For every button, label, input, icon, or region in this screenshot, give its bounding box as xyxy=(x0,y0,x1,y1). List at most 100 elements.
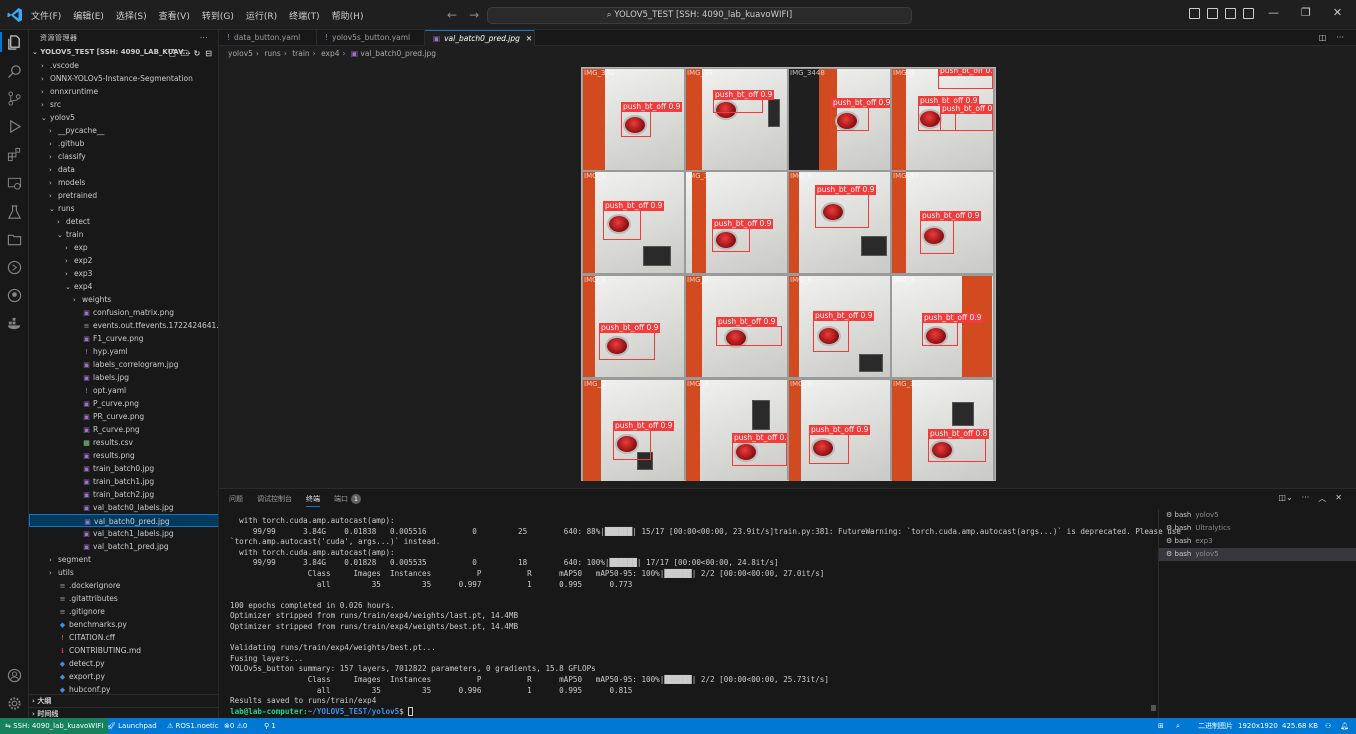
toggle-secondary-sidebar-icon[interactable] xyxy=(1225,8,1236,19)
tree-folder[interactable]: › exp xyxy=(29,241,218,254)
minimize-icon[interactable]: — xyxy=(1268,6,1279,19)
tree-file[interactable]: ▣ PR_curve.png xyxy=(29,410,218,423)
tree-folder[interactable]: › exp2 xyxy=(29,254,218,267)
menu-view[interactable]: 查看(V) xyxy=(159,9,190,22)
tree-file[interactable]: ℹ CONTRIBUTING.md xyxy=(29,644,218,657)
workspace-root[interactable]: ⌄ YOLOV5_TEST [SSH: 4090_LAB_KUAV... 🗋 🗀… xyxy=(29,46,218,59)
account-icon[interactable] xyxy=(7,668,22,683)
tree-folder[interactable]: › models xyxy=(29,176,218,189)
terminal-instance[interactable]: ⚙ bash exp3 xyxy=(1159,535,1356,548)
toggle-panel-icon[interactable] xyxy=(1207,8,1218,19)
tree-folder[interactable]: ⌄ runs xyxy=(29,202,218,215)
tree-file[interactable]: ▣ confusion_matrix.png xyxy=(29,306,218,319)
ros-icon[interactable] xyxy=(7,260,22,275)
accounts-icon[interactable]: ⚇ xyxy=(1325,718,1331,734)
menu-edit[interactable]: 编辑(E) xyxy=(73,9,104,22)
more-actions-icon[interactable]: ··· xyxy=(200,30,208,46)
breadcrumb-item[interactable]: yolov5 xyxy=(228,49,253,58)
command-center[interactable]: ⌕ YOLOV5_TEST [SSH: 4090_lab_kuavoWIFI] xyxy=(487,7,912,24)
toggle-sidebar-icon[interactable] xyxy=(1189,8,1200,19)
tree-folder[interactable]: › onnxruntime xyxy=(29,85,218,98)
tree-file[interactable]: ▣ train_batch1.jpg xyxy=(29,475,218,488)
launchpad-item[interactable]: 🚀︎ Launchpad xyxy=(107,718,157,734)
ports-item[interactable]: ⚲ 1 xyxy=(264,718,276,734)
folder-icon[interactable] xyxy=(7,232,22,247)
binary-image-item[interactable]: 二进制图片 xyxy=(1198,718,1233,734)
customize-layout-icon[interactable] xyxy=(1243,8,1254,19)
menu-help[interactable]: 帮助(H) xyxy=(332,9,364,22)
breadcrumb-item[interactable]: val_batch0_pred.jpg xyxy=(360,49,436,58)
terminal-cursor[interactable] xyxy=(408,707,414,717)
zoom-icon[interactable]: ⌕ xyxy=(1176,718,1180,734)
close-panel-icon[interactable]: ✕ xyxy=(1335,493,1342,504)
tree-folder[interactable]: › exp3 xyxy=(29,267,218,280)
outline-section[interactable]: › 大纲 xyxy=(29,694,218,707)
menu-file[interactable]: 文件(F) xyxy=(31,9,61,22)
more-actions-icon[interactable]: ··· xyxy=(1302,493,1310,504)
tree-folder[interactable]: › data xyxy=(29,163,218,176)
run-debug-icon[interactable] xyxy=(7,119,22,134)
tree-file[interactable]: ◆ detect.py xyxy=(29,657,218,670)
back-arrow-icon[interactable]: ← xyxy=(447,8,457,22)
tree-folder[interactable]: › .vscode xyxy=(29,59,218,72)
terminal-instance[interactable]: ⚙ bash yolov5 xyxy=(1159,509,1356,522)
close-tab-icon[interactable]: ✕ xyxy=(526,34,532,43)
tab-val-batch0-pred[interactable]: ▣ val_batch0_pred.jpg ✕ xyxy=(425,30,535,46)
tab-yolov5s-button-yaml[interactable]: ! yolov5s_button.yaml xyxy=(317,30,425,46)
source-control-icon[interactable] xyxy=(7,91,22,106)
settings-gear-icon[interactable] xyxy=(7,696,22,711)
tree-file[interactable]: ▣ R_curve.png xyxy=(29,423,218,436)
docker-icon[interactable] xyxy=(7,316,22,331)
tree-folder[interactable]: › __pycache__ xyxy=(29,124,218,137)
tab-terminal[interactable]: 终端 xyxy=(306,494,320,507)
tab-debug-console[interactable]: 调试控制台 xyxy=(257,494,292,507)
zoom-icon[interactable]: ⊞ xyxy=(1158,718,1164,734)
image-preview[interactable]: IMG_382 push_bt_off 0.9 IMG_38 push_bt_off … xyxy=(581,67,996,481)
terminal-instance[interactable]: ⚙ bash yolov5 xyxy=(1159,548,1356,561)
tree-folder[interactable]: › detect xyxy=(29,215,218,228)
tree-folder[interactable]: ⌄ yolov5 xyxy=(29,111,218,124)
menu-selection[interactable]: 选择(S) xyxy=(116,9,147,22)
testing-icon[interactable] xyxy=(7,205,22,220)
tree-file[interactable]: ≡ .gitattributes xyxy=(29,592,218,605)
tree-folder[interactable]: ⌄ train xyxy=(29,228,218,241)
maximize-panel-icon[interactable]: ︿ xyxy=(1318,493,1326,504)
breadcrumb-item[interactable]: runs xyxy=(264,49,281,58)
tree-file[interactable]: ▣ labels_correlogram.jpg xyxy=(29,358,218,371)
remote-indicator[interactable]: ⇋ SSH: 4090_lab_kuavoWIFI xyxy=(0,718,109,734)
github-icon[interactable] xyxy=(7,288,22,303)
tree-file[interactable]: ◆ benchmarks.py xyxy=(29,618,218,631)
tree-file[interactable]: ◆ export.py xyxy=(29,670,218,683)
menu-go[interactable]: 转到(G) xyxy=(202,9,234,22)
split-editor-icon[interactable]: ◫ xyxy=(1319,33,1327,42)
split-terminal-icon[interactable]: ◫⌄ xyxy=(1278,493,1292,504)
forward-arrow-icon[interactable]: → xyxy=(469,8,479,22)
close-icon[interactable]: ✕ xyxy=(1333,6,1342,19)
tab-data-button-yaml[interactable]: ! data_button.yaml xyxy=(219,30,317,46)
tree-file[interactable]: ▣ P_curve.png xyxy=(29,397,218,410)
breadcrumb-item[interactable]: train xyxy=(292,49,309,58)
tree-file[interactable]: ▣ val_batch0_pred.jpg xyxy=(29,514,218,527)
tree-folder[interactable]: › pretrained xyxy=(29,189,218,202)
tree-file[interactable]: ▣ train_batch2.jpg xyxy=(29,488,218,501)
notifications-bell-icon[interactable]: 🔔︎ xyxy=(1340,718,1349,734)
tree-folder[interactable]: › classify xyxy=(29,150,218,163)
restore-icon[interactable]: ❐ xyxy=(1301,6,1311,19)
tree-file[interactable]: ▣ val_batch0_labels.jpg xyxy=(29,501,218,514)
terminal-instance[interactable]: ⚙ bash Ultralytics xyxy=(1159,522,1356,535)
breadcrumb-item[interactable]: exp4 xyxy=(321,49,339,58)
tree-file[interactable]: ▦ results.csv xyxy=(29,436,218,449)
tree-folder[interactable]: › weights xyxy=(29,293,218,306)
terminal-scrollbar[interactable] xyxy=(1151,705,1156,711)
tab-problems[interactable]: 问题 xyxy=(229,494,243,507)
tree-file[interactable]: ▣ labels.jpg xyxy=(29,371,218,384)
extensions-icon[interactable] xyxy=(7,147,22,162)
tree-file[interactable]: ▣ train_batch0.jpg xyxy=(29,462,218,475)
tree-file[interactable]: ▣ results.png xyxy=(29,449,218,462)
tree-file[interactable]: ! hyp.yaml xyxy=(29,345,218,358)
search-icon[interactable] xyxy=(7,64,22,79)
remote-explorer-icon[interactable] xyxy=(7,176,22,191)
tree-file[interactable]: ! opt.yaml xyxy=(29,384,218,397)
tree-file[interactable]: ▣ val_batch1_pred.jpg xyxy=(29,540,218,553)
tree-file[interactable]: ▣ F1_curve.png xyxy=(29,332,218,345)
